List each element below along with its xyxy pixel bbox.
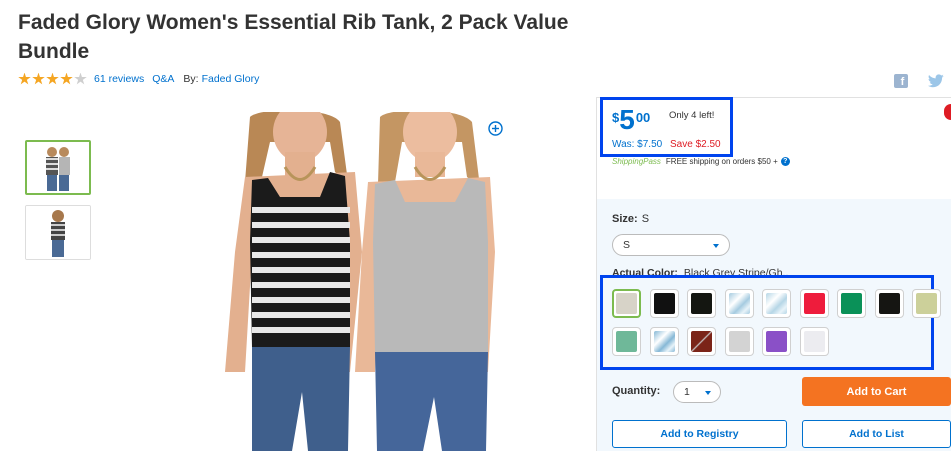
swatch-chip xyxy=(916,293,937,314)
color-swatch-black[interactable] xyxy=(649,289,679,318)
brand-link[interactable]: Faded Glory xyxy=(202,73,260,85)
price-currency: $ xyxy=(612,110,620,125)
save-amount: Save $2.50 xyxy=(670,139,721,150)
star-rating[interactable] xyxy=(18,72,88,86)
swatch-chip xyxy=(803,293,825,314)
quantity-value: 1 xyxy=(684,386,690,398)
swatch-chip xyxy=(766,293,787,314)
swatch-chip xyxy=(728,331,750,352)
star-icon xyxy=(46,72,59,85)
color-swatch-red[interactable] xyxy=(799,289,829,318)
swatch-chip xyxy=(803,331,825,352)
price-dollars: 5 xyxy=(619,104,635,135)
product-meta-row: 61 reviews Q&A By: Faded Glory xyxy=(18,71,259,87)
product-main-image[interactable] xyxy=(190,112,585,451)
swatch-chip xyxy=(653,331,675,352)
star-icon xyxy=(18,72,31,85)
add-to-registry-button[interactable]: Add to Registry xyxy=(612,420,787,448)
twitter-share-icon[interactable] xyxy=(928,74,944,88)
swatch-chip xyxy=(691,331,712,352)
size-current: S xyxy=(641,213,650,225)
add-to-list-button[interactable]: Add to List xyxy=(802,420,951,448)
price-cents: 00 xyxy=(635,110,651,125)
size-label-row: Size: S xyxy=(612,213,649,225)
quantity-label: Quantity: xyxy=(612,385,661,397)
color-swatch-green[interactable] xyxy=(837,289,866,318)
star-icon xyxy=(60,72,73,85)
chevron-down-icon xyxy=(713,244,719,248)
facebook-share-icon[interactable]: f xyxy=(894,74,908,88)
info-icon[interactable]: ? xyxy=(780,157,790,166)
product-thumbnail-2[interactable] xyxy=(25,205,91,260)
color-swatch-blue-marble-2[interactable] xyxy=(762,289,791,318)
swatch-chip xyxy=(616,331,637,352)
color-swatch-black-2[interactable] xyxy=(687,289,716,318)
price: $ 5 00 xyxy=(612,106,650,134)
product-thumbnail-1[interactable] xyxy=(25,140,91,195)
color-swatch-blue-marble[interactable] xyxy=(724,289,754,318)
shipping-info: ShippingPass FREE shipping on orders $50… xyxy=(612,157,790,166)
swatch-chip xyxy=(878,293,900,314)
free-shipping-text: FREE shipping on orders $50 + xyxy=(665,157,778,166)
size-label: Size: xyxy=(612,213,638,225)
quantity-select[interactable]: 1 xyxy=(673,381,721,403)
color-swatch-black-3[interactable] xyxy=(874,289,904,318)
color-swatch-purple[interactable] xyxy=(762,327,791,356)
swatch-chip xyxy=(653,293,675,314)
color-swatch-sage[interactable] xyxy=(912,289,941,318)
shippingpass-logo[interactable]: ShippingPass xyxy=(612,157,661,166)
notification-badge xyxy=(944,104,951,120)
add-to-cart-button[interactable]: Add to Cart xyxy=(802,377,951,406)
by-label: By: xyxy=(183,73,199,85)
stock-note: Only 4 left! xyxy=(669,110,715,121)
color-swatch-blue-marble-3[interactable] xyxy=(649,327,679,356)
was-price: Was: $7.50 xyxy=(612,139,663,150)
star-icon xyxy=(32,72,45,85)
swatch-chip xyxy=(616,293,637,314)
swatch-chip xyxy=(766,331,787,352)
zoom-plus-icon[interactable] xyxy=(488,121,503,136)
color-swatch-burgundy[interactable] xyxy=(687,327,716,356)
color-swatch-heather-gray[interactable] xyxy=(612,289,641,318)
color-swatch-mint[interactable] xyxy=(612,327,641,356)
star-icon xyxy=(74,72,87,85)
swatch-chip xyxy=(728,293,750,314)
swatch-chip xyxy=(841,293,862,314)
product-title: Faded Glory Women's Essential Rib Tank, … xyxy=(18,11,569,63)
color-swatch-white[interactable] xyxy=(799,327,829,356)
size-selected-value: S xyxy=(623,239,631,251)
size-select[interactable]: S xyxy=(612,234,730,256)
swatch-chip xyxy=(691,293,712,314)
color-swatch-light-gray[interactable] xyxy=(724,327,754,356)
qa-link[interactable]: Q&A xyxy=(152,73,174,85)
reviews-link[interactable]: 61 reviews xyxy=(94,73,144,85)
chevron-down-icon xyxy=(705,391,711,395)
